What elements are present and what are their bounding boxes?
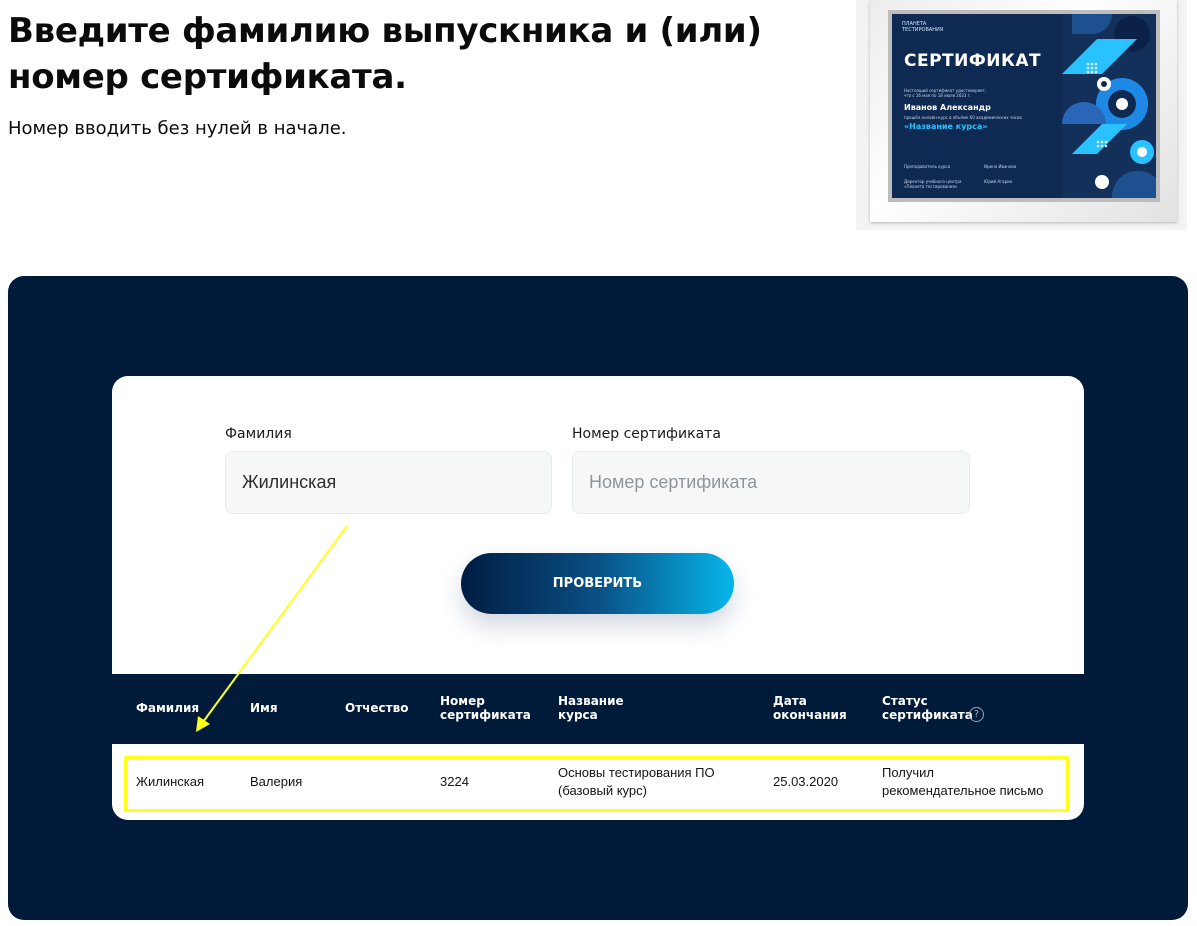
column-header-lastname: Фамилия — [136, 701, 200, 715]
help-icon[interactable]: ? — [969, 707, 984, 722]
certificate-name: Иванов Александр — [904, 103, 991, 112]
cell-firstname: Валерия — [250, 774, 303, 789]
table-row: Жилинская Валерия 3224 Основы тестирован… — [112, 744, 1084, 820]
certificate-border: ПЛАНЕТА ТЕСТИРОВАНИЯ СЕРТИФИКАТ Настоящи… — [888, 10, 1160, 202]
certificate-logo: ПЛАНЕТА ТЕСТИРОВАНИЯ — [902, 21, 944, 33]
check-button[interactable]: ПРОВЕРИТЬ — [461, 553, 734, 614]
certificate-teacher-label: Преподаватель курса — [904, 164, 951, 169]
page-hint: Номер вводить без нулей в начале. — [8, 118, 347, 139]
certificate-director-label: Директор учебного центра «Планета тестир… — [904, 179, 962, 189]
cell-lastname: Жилинская — [136, 774, 205, 789]
certificate-preview-image: ПЛАНЕТА ТЕСТИРОВАНИЯ СЕРТИФИКАТ Настоящи… — [856, 0, 1187, 230]
certificate-completed: прошёл онлайн-курс в объёме 60 академиче… — [904, 115, 1022, 120]
column-header-course: Название курса — [558, 694, 624, 722]
cell-course: Основы тестирования ПО (базовый курс) — [558, 765, 715, 798]
results-table-header: Фамилия Имя Отчество Номер сертификата Н… — [112, 674, 1084, 744]
certificate-director-name: Юрий Агарин — [984, 179, 1013, 184]
column-header-status: Статус сертификата — [882, 694, 973, 722]
search-card: Фамилия Номер сертификата ПРОВЕРИТЬ Фами… — [112, 376, 1084, 820]
certificate-teacher-name: Ирина Иванова — [984, 164, 1017, 169]
cert-number-label: Номер сертификата — [572, 426, 721, 442]
cell-status: Получил рекомендательное письмо — [882, 765, 1044, 798]
column-header-end-date: Дата окончания — [773, 694, 847, 722]
lastname-label: Фамилия — [225, 426, 292, 442]
lastname-input[interactable] — [225, 451, 552, 514]
certificate-heading: СЕРТИФИКАТ — [904, 51, 1042, 71]
column-header-firstname: Имя — [250, 701, 278, 715]
cell-cert-number: 3224 — [440, 774, 469, 789]
column-header-patronymic: Отчество — [345, 701, 409, 715]
certificate-frame: ПЛАНЕТА ТЕСТИРОВАНИЯ СЕРТИФИКАТ Настоящи… — [870, 0, 1177, 222]
cert-number-input[interactable] — [572, 451, 970, 514]
cell-end-date: 25.03.2020 — [773, 774, 839, 789]
certificate-course: «Название курса» — [904, 122, 988, 131]
page-title: Введите фамилию выпускника и (или) номер… — [8, 11, 762, 97]
column-header-cert-number: Номер сертификата — [440, 694, 531, 722]
certificate-intro: Настоящий сертификат удостоверяет, что с… — [904, 88, 987, 98]
certificate-paper: ПЛАНЕТА ТЕСТИРОВАНИЯ СЕРТИФИКАТ Настоящи… — [892, 14, 1156, 198]
